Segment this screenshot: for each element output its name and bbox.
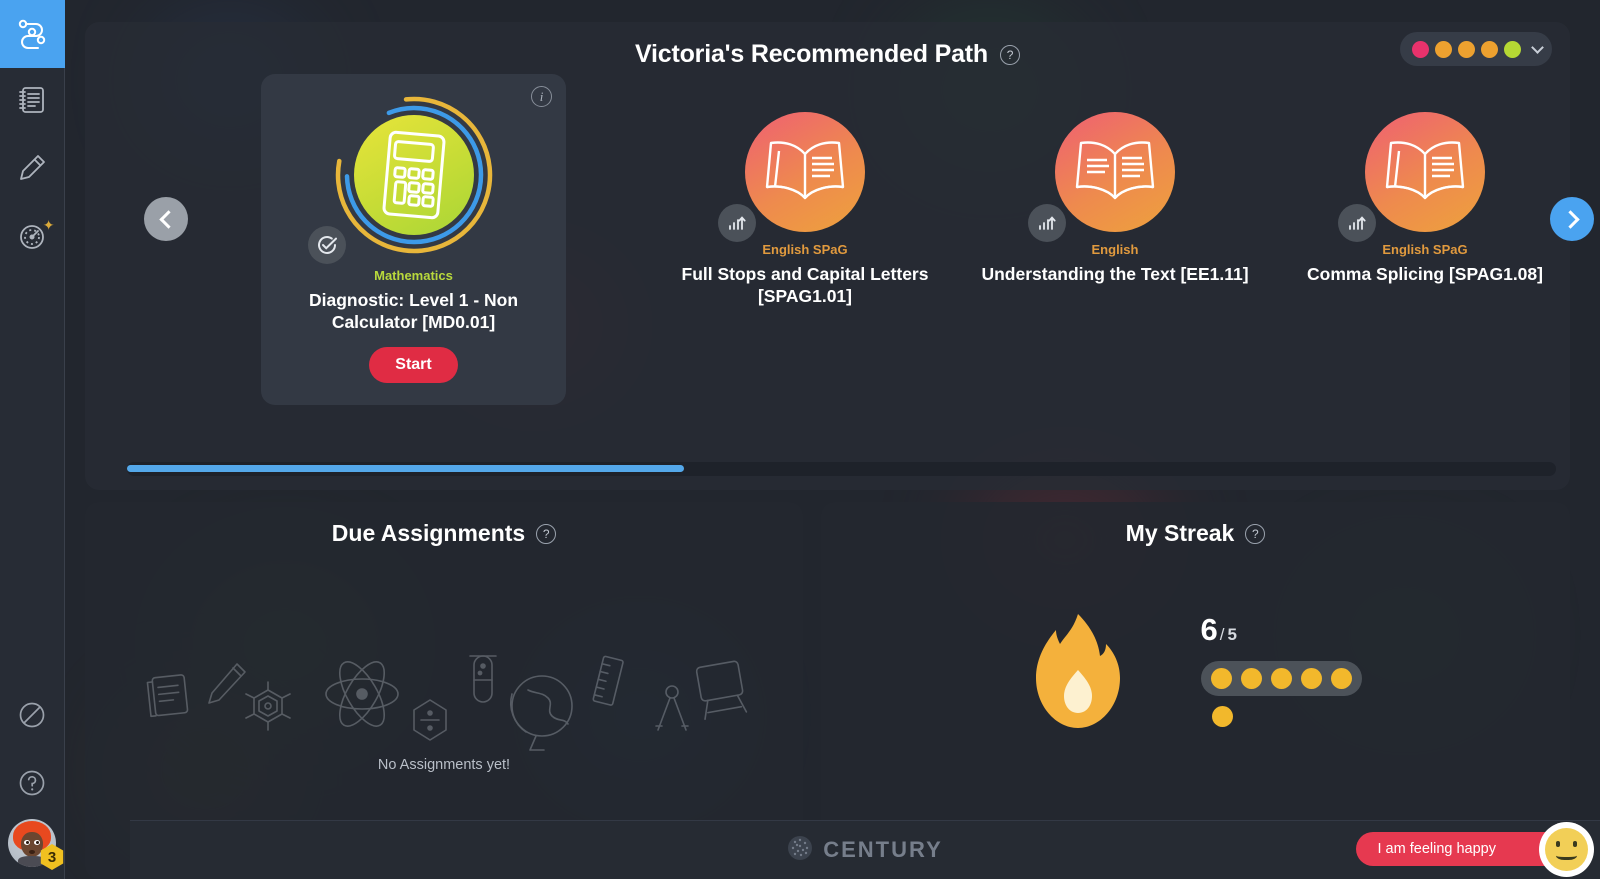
smiley-eye	[1573, 841, 1577, 847]
chevron-down-icon	[1531, 40, 1544, 54]
flame-icon	[1030, 612, 1126, 730]
colour-dot	[1458, 40, 1475, 58]
course-card-featured[interactable]: i Mathematics Diagnostic: Level 1 - Non …	[261, 74, 566, 405]
colour-dot	[1504, 40, 1521, 58]
question-circle-icon[interactable]: ?	[999, 44, 1020, 65]
course-title: Understanding the Text [EE1.11]	[981, 264, 1249, 284]
path-progress-bar[interactable]	[127, 462, 1556, 476]
streak-extra-dot	[1211, 706, 1233, 727]
streak-counter: 6/5	[1200, 612, 1362, 727]
recommended-path-panel: Victoria's Recommended Path ? i Mathemat…	[85, 22, 1570, 490]
sidebar-item-learning-path[interactable]	[0, 0, 65, 68]
my-streak-title-text: My Streak	[1125, 520, 1235, 546]
course-rings	[307, 92, 497, 264]
app-root: ✦ 3 Victoria's Recommended Path ? i Math…	[0, 0, 1600, 879]
streak-separator: /	[1219, 625, 1225, 644]
no-entry-icon	[17, 700, 47, 735]
chevron-left-icon	[158, 209, 178, 229]
question-circle-icon[interactable]: ?	[536, 523, 557, 544]
course-icon-wrap	[1028, 112, 1175, 242]
streak-dot	[1240, 668, 1262, 689]
streak-dot	[1210, 668, 1232, 689]
progress-chart-icon[interactable]	[1338, 204, 1376, 242]
course-subject: Mathematics	[374, 268, 453, 283]
due-assignments-title-text: Due Assignments	[331, 520, 526, 546]
streak-dot	[1300, 668, 1322, 689]
info-icon[interactable]: i	[531, 86, 552, 107]
sidebar-item-create[interactable]	[0, 136, 65, 204]
colour-dot	[1481, 40, 1498, 58]
streak-dot	[1270, 668, 1292, 689]
colour-dot	[1412, 40, 1429, 58]
course-subject: English SPaG	[1382, 242, 1468, 257]
brand: CENTURY	[787, 835, 943, 866]
streak-dot	[1330, 668, 1352, 689]
streak-target: 5	[1227, 625, 1237, 644]
page-title-text: Victoria's Recommended Path	[635, 40, 988, 68]
open-book-icon	[745, 112, 865, 232]
smiley-eye	[1556, 841, 1560, 847]
calculator-icon	[353, 115, 474, 235]
course-icon-wrap	[1338, 112, 1485, 242]
due-assignments-title: Due Assignments ?	[85, 520, 803, 547]
course-card[interactable]: English SPaG Full Stops and Capital Lett…	[655, 112, 955, 308]
page-title: Victoria's Recommended Path ?	[85, 40, 1570, 69]
course-subject: English SPaG	[762, 242, 848, 257]
sidebar-item-help[interactable]	[0, 751, 65, 819]
check-circle-icon[interactable]	[307, 226, 346, 264]
main-area: Victoria's Recommended Path ? i Mathemat…	[65, 0, 1600, 879]
sparkle-icon: ✦	[42, 217, 55, 233]
smiley-mouth	[1556, 849, 1577, 860]
open-book-icon	[1365, 112, 1485, 232]
course-strip: i Mathematics Diagnostic: Level 1 - Non …	[85, 74, 1570, 414]
smiley-face-inner	[1545, 828, 1588, 871]
course-card[interactable]: English Understanding the Text [EE1.11]	[965, 112, 1265, 285]
open-book-icon	[1055, 112, 1175, 232]
my-streak-title: My Streak ?	[821, 520, 1570, 547]
course-title: Full Stops and Capital Letters [SPAG1.01…	[681, 264, 929, 307]
streak-numbers: 6/5	[1201, 612, 1237, 648]
path-colour-selector[interactable]	[1400, 32, 1552, 66]
notebook-icon	[17, 85, 47, 120]
course-title: Diagnostic: Level 1 - Non Calculator [MD…	[308, 290, 519, 333]
path-progress-fill	[127, 465, 685, 472]
chevron-right-icon	[1560, 209, 1580, 229]
century-logo-icon	[787, 835, 813, 866]
course-subject: English	[1091, 242, 1139, 257]
question-circle-icon[interactable]: ?	[1245, 523, 1266, 544]
left-sidebar: ✦ 3	[0, 0, 65, 879]
streak-dots-row	[1200, 661, 1362, 696]
question-circle-icon	[17, 768, 47, 803]
carousel-next-button[interactable]	[1550, 197, 1594, 241]
pencil-icon	[17, 153, 47, 188]
brand-name: CENTURY	[823, 837, 943, 862]
empty-state-text: No Assignments yet!	[377, 757, 511, 773]
course-card[interactable]: English SPaG Comma Splicing [SPAG1.08]	[1275, 112, 1575, 285]
carousel-prev-button[interactable]	[144, 197, 188, 241]
feedback-button[interactable]: I am feeling happy	[1355, 832, 1562, 866]
empty-state-illustration	[85, 642, 803, 752]
colour-dot	[1435, 40, 1452, 58]
start-button[interactable]: Start	[369, 346, 458, 383]
progress-chart-icon[interactable]	[1028, 204, 1066, 242]
progress-chart-icon[interactable]	[718, 204, 756, 242]
smiley-face-icon[interactable]	[1539, 822, 1594, 877]
streak-current: 6	[1200, 612, 1218, 647]
course-icon-wrap	[718, 112, 865, 242]
path-nodes-icon	[15, 15, 49, 54]
sidebar-item-assignments[interactable]	[0, 68, 65, 136]
sidebar-item-progress[interactable]: ✦	[0, 204, 65, 272]
course-title: Comma Splicing [SPAG1.08]	[1307, 264, 1543, 284]
sidebar-item-nuggets[interactable]	[0, 683, 65, 751]
avatar[interactable]: 3	[8, 819, 64, 870]
